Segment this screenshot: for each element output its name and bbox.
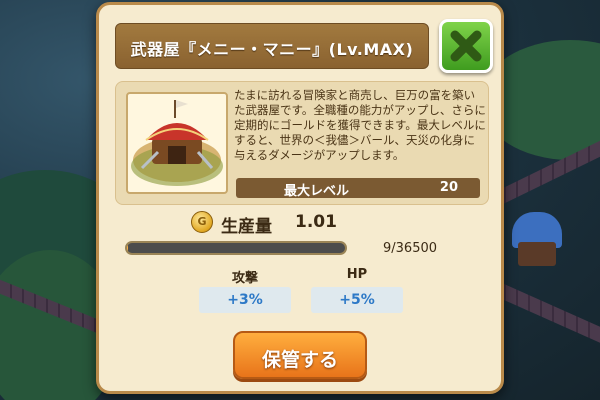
building-thumbnail	[126, 92, 228, 194]
production-value: 1.01	[295, 212, 337, 232]
background-tent-building[interactable]	[512, 212, 562, 268]
close-x-icon	[450, 30, 482, 62]
store-button-label: 保管する	[261, 349, 338, 371]
attack-stat-label: 攻撃	[231, 271, 258, 286]
max-level-bar: 最大レベル 20	[236, 178, 480, 199]
hp-stat-value: +5%	[311, 287, 403, 313]
gold-progress-bar	[125, 241, 347, 255]
attack-stat-value: +3%	[199, 287, 291, 313]
tent-base	[518, 242, 556, 266]
production-row: G 生産量 1.01	[191, 211, 391, 237]
close-button[interactable]	[439, 19, 493, 73]
building-info-dialog: 武器屋『メニー・マニー』(Lv.MAX) たまに訪れる冒険家と商売し、巨万の富を…	[96, 2, 504, 394]
progress-text: 9/36500	[383, 241, 438, 256]
building-info-panel: たまに訪れる冒険家と商売し、巨万の富を築いた武器屋です。全職種の能力がアップし、…	[115, 81, 489, 205]
max-level-value: 20	[439, 180, 458, 195]
hp-stat-label: HP	[346, 267, 368, 282]
max-level-label: 最大レベル	[284, 184, 350, 199]
progress-fill	[127, 243, 129, 253]
weapon-shop-illustration	[131, 100, 223, 186]
title-bar: 武器屋『メニー・マニー』(Lv.MAX)	[115, 23, 429, 69]
store-button[interactable]: 保管する	[233, 331, 367, 379]
gold-coin-icon: G	[191, 211, 213, 233]
building-description: たまに訪れる冒険家と商売し、巨万の富を築いた武器屋です。全職種の能力がアップし、…	[234, 88, 486, 162]
production-label: 生産量	[221, 217, 272, 237]
dialog-title: 武器屋『メニー・マニー』(Lv.MAX)	[130, 40, 414, 59]
